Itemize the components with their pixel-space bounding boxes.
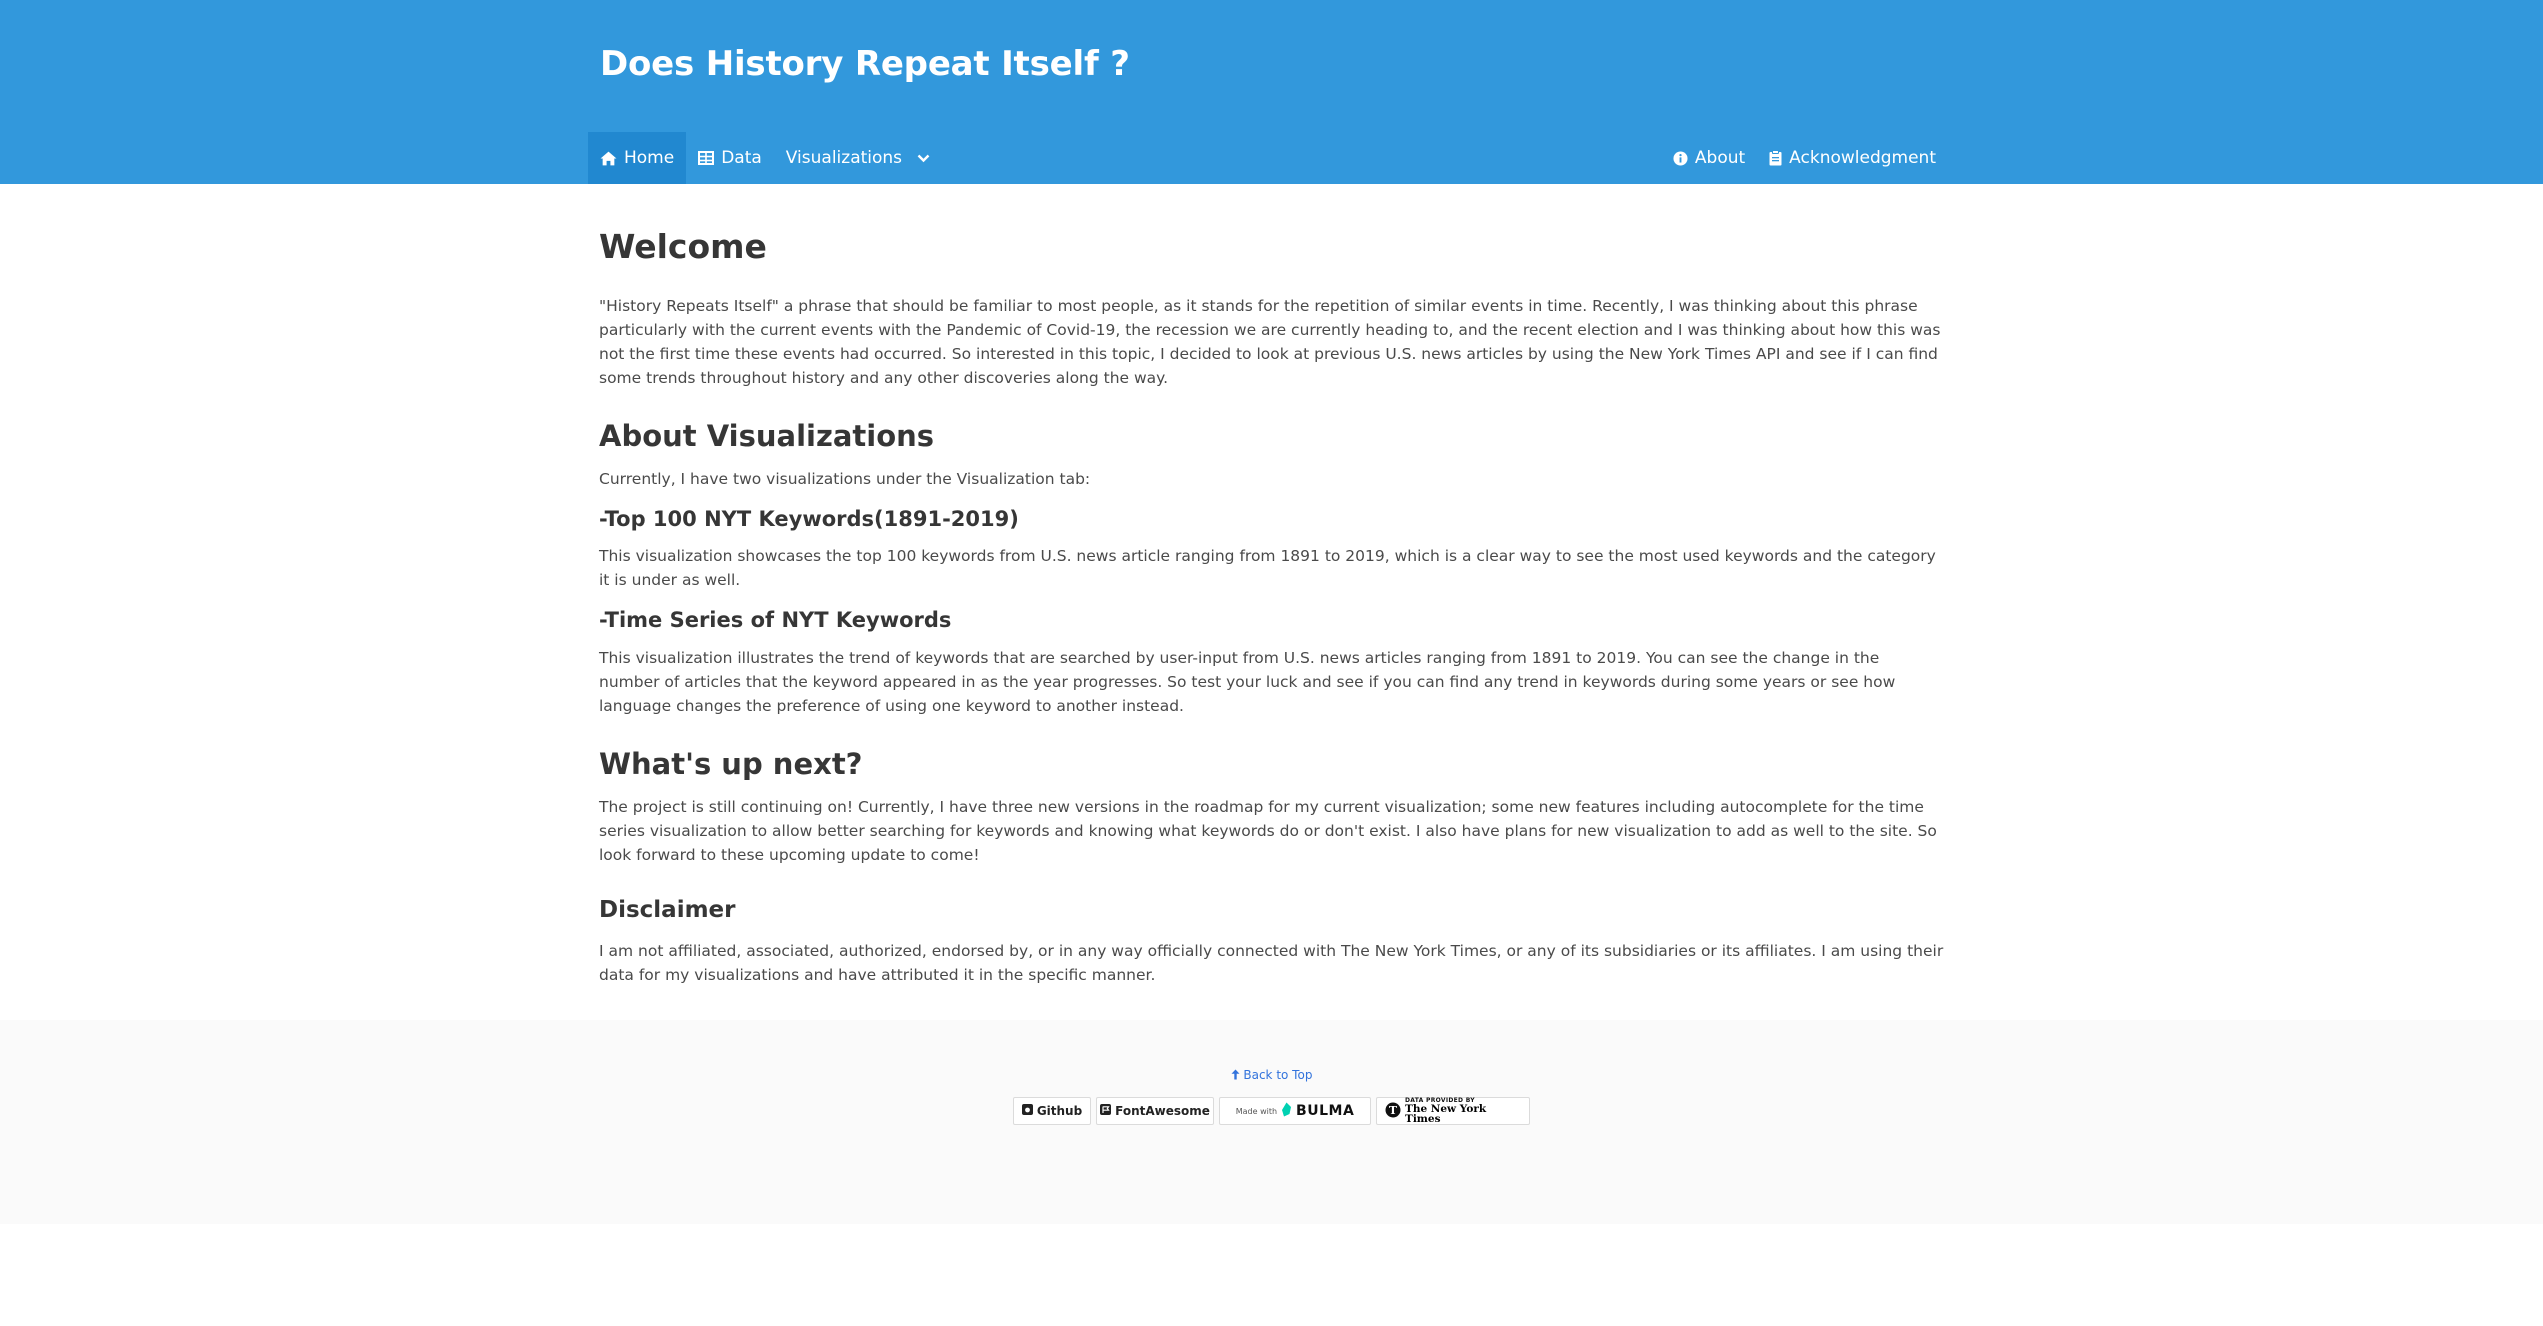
viz1-title: -Top 100 NYT Keywords(1891-2019) xyxy=(599,507,1019,532)
welcome-paragraph: "History Repeats Itself" a phrase that s… xyxy=(599,296,1941,387)
fontawesome-label: FontAwesome xyxy=(1115,1104,1210,1118)
about-visualizations-heading: About Visualizations xyxy=(599,418,935,453)
nav-acknowledgment-label: Acknowledgment xyxy=(1789,148,1936,168)
nav-about[interactable]: About xyxy=(1661,132,1757,184)
footer: Back to Top Github FontAwesome Made with… xyxy=(0,1020,2543,1224)
about-visualizations-intro: Currently, I have two visualizations und… xyxy=(599,470,1091,489)
viz2-title: -Time Series of NYT Keywords xyxy=(599,608,952,633)
made-with-text: Made with xyxy=(1235,1106,1278,1116)
clipboard-icon xyxy=(1769,150,1782,166)
hero-header: Does History Repeat Itself ? Home Data V… xyxy=(0,0,2543,184)
viz2-description: This visualization illustrates the trend… xyxy=(599,648,1896,715)
home-icon xyxy=(600,151,617,166)
info-circle-icon xyxy=(1673,150,1688,166)
bulma-wordmark: BULMA xyxy=(1296,1103,1355,1119)
made-with-bulma-badge[interactable]: Made with BULMA xyxy=(1219,1097,1371,1125)
github-badge[interactable]: Github xyxy=(1013,1097,1091,1125)
navbar-end: About Acknowledgment xyxy=(1661,132,1948,184)
github-icon xyxy=(1021,1104,1033,1118)
nyt-data-badge[interactable]: T DATA PROVIDED BY The New York Times xyxy=(1376,1097,1530,1125)
bulma-logo-icon xyxy=(1281,1102,1292,1120)
footer-badges: Github FontAwesome Made with BULMA T DAT… xyxy=(1013,1097,1530,1125)
back-to-top-label: Back to Top xyxy=(1243,1068,1313,1082)
navbar-start: Home Data Visualizations xyxy=(588,132,942,184)
nyt-name-text: The New York Times xyxy=(1405,1102,1487,1125)
nyt-logo-icon: T xyxy=(1385,1102,1401,1121)
fontawesome-badge[interactable]: FontAwesome xyxy=(1096,1097,1214,1125)
whats-next-heading: What's up next? xyxy=(599,746,863,781)
table-icon xyxy=(698,151,715,165)
main-content: Welcome "History Repeats Itself" a phras… xyxy=(599,228,1944,1003)
nav-home-label: Home xyxy=(624,148,675,168)
disclaimer-heading: Disclaimer xyxy=(599,897,736,923)
svg-text:T: T xyxy=(1389,1104,1398,1117)
whats-next-paragraph: The project is still continuing on! Curr… xyxy=(599,798,1937,864)
nav-data[interactable]: Data xyxy=(686,132,774,184)
site-title: Does History Repeat Itself ? xyxy=(600,44,1130,84)
nav-acknowledgment[interactable]: Acknowledgment xyxy=(1757,132,1948,184)
nav-home[interactable]: Home xyxy=(588,132,687,184)
fontawesome-icon xyxy=(1100,1104,1112,1118)
nav-visualizations-label: Visualizations xyxy=(785,148,903,168)
viz1-description: This visualization showcases the top 100… xyxy=(599,547,1936,590)
nyt-attribution: DATA PROVIDED BY The New York Times xyxy=(1405,1097,1521,1125)
back-to-top-wrapper: Back to Top xyxy=(0,1068,2543,1082)
github-label: Github xyxy=(1036,1104,1083,1118)
arrow-up-icon xyxy=(1231,1069,1240,1080)
nav-visualizations-dropdown[interactable]: Visualizations xyxy=(774,132,942,184)
back-to-top-link[interactable]: Back to Top xyxy=(1231,1068,1313,1082)
welcome-heading: Welcome xyxy=(599,227,767,266)
navbar: Home Data Visualizations About Acknowled… xyxy=(588,132,1948,184)
disclaimer-paragraph: I am not affiliated, associated, authori… xyxy=(599,941,1944,984)
hero-container: Does History Repeat Itself ? Home Data V… xyxy=(588,0,1948,184)
chevron-down-icon xyxy=(917,154,930,163)
nav-about-label: About xyxy=(1694,148,1746,168)
nav-data-label: Data xyxy=(721,148,762,168)
